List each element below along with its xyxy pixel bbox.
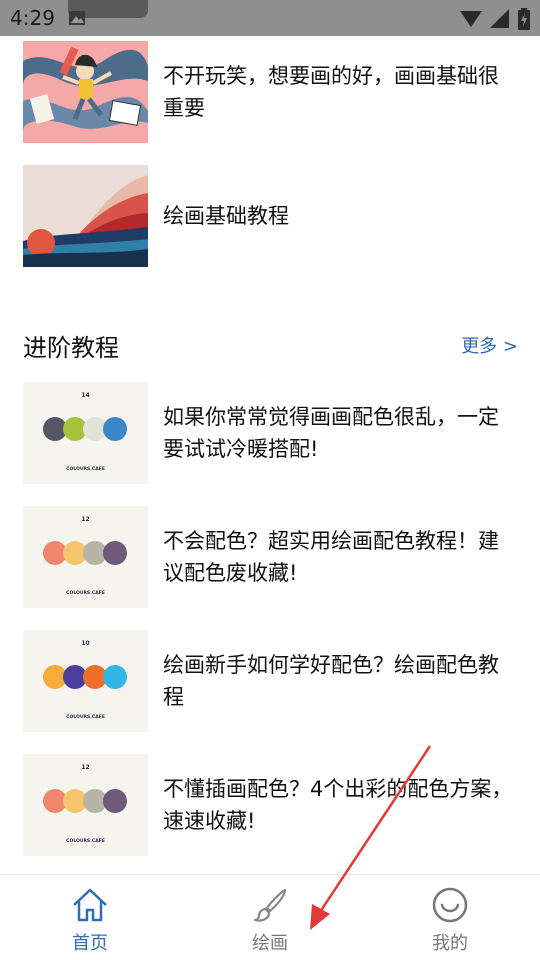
article-title[interactable]: 不懂插画配色？4个出彩的配色方案，速速收藏! (163, 773, 518, 837)
article-item[interactable]: 绘画基础教程 (23, 165, 518, 267)
article-thumbnail: 14 COLOURS.CAFE (23, 382, 148, 484)
nav-home-label: 首页 (72, 933, 108, 954)
palette-number: 12 (81, 764, 89, 771)
article-item[interactable]: 14 COLOURS.CAFE 如果你常常觉得画画配色很乱，一定要试试冷暖搭配! (23, 382, 518, 484)
article-thumbnail (23, 41, 148, 143)
palette-swatch (103, 665, 127, 689)
palette-number: 10 (81, 640, 89, 647)
palette-brand: COLOURS.CAFE (66, 838, 105, 844)
status-time: 4:29 (10, 6, 55, 30)
palette-swatch (103, 417, 127, 441)
battery-icon (518, 8, 530, 30)
nav-mine[interactable]: 我的 (400, 885, 500, 955)
palette-brand: COLOURS.CAFE (66, 714, 105, 720)
palette-number: 14 (81, 392, 89, 399)
advanced-section-header: 进阶教程 更多 > (23, 326, 518, 362)
content-scroll-area[interactable]: 不开玩笑，想要画的好，画画基础很重要 绘画基础教程 进阶教程 更多 > 14 CO… (0, 36, 540, 874)
cellular-signal-icon (490, 9, 509, 28)
palette-brand: COLOURS.CAFE (66, 590, 105, 596)
palette-brand: COLOURS.CAFE (66, 466, 105, 472)
wifi-icon (460, 11, 482, 27)
nav-mine-label: 我的 (432, 933, 468, 954)
more-link[interactable]: 更多 > (461, 332, 518, 358)
status-bar: 4:29 (0, 0, 540, 36)
article-item[interactable]: 10 COLOURS.CAFE 绘画新手如何学好配色？绘画配色教程 (23, 630, 518, 732)
article-thumbnail: 12 COLOURS.CAFE (23, 506, 148, 608)
bottom-navigation: 首页 绘画 我的 (0, 874, 540, 960)
nav-draw[interactable]: 绘画 (220, 885, 320, 955)
article-item[interactable]: 不开玩笑，想要画的好，画画基础很重要 (23, 41, 518, 143)
article-title[interactable]: 不会配色？超实用绘画配色教程！建议配色废收藏! (163, 525, 518, 589)
paintbrush-icon (253, 888, 287, 922)
article-item[interactable]: 12 COLOURS.CAFE 不会配色？超实用绘画配色教程！建议配色废收藏! (23, 506, 518, 608)
home-icon (73, 888, 107, 922)
article-title[interactable]: 绘画新手如何学好配色？绘画配色教程 (163, 649, 518, 713)
nav-home[interactable]: 首页 (40, 885, 140, 955)
article-thumbnail (23, 165, 148, 267)
palette-swatch (103, 541, 127, 565)
smiley-profile-icon (432, 887, 468, 923)
article-title[interactable]: 如果你常常觉得画画配色很乱，一定要试试冷暖搭配! (163, 401, 518, 465)
article-title[interactable]: 不开玩笑，想要画的好，画画基础很重要 (163, 60, 518, 124)
section-title: 进阶教程 (23, 334, 119, 362)
nav-draw-label: 绘画 (252, 933, 288, 954)
palette-number: 12 (81, 516, 89, 523)
article-thumbnail: 12 COLOURS.CAFE (23, 754, 148, 856)
article-item[interactable]: 12 COLOURS.CAFE 不懂插画配色？4个出彩的配色方案，速速收藏! (23, 754, 518, 856)
article-thumbnail: 10 COLOURS.CAFE (23, 630, 148, 732)
palette-swatch (103, 789, 127, 813)
article-title[interactable]: 绘画基础教程 (163, 200, 518, 232)
image-notification-icon (69, 11, 85, 25)
